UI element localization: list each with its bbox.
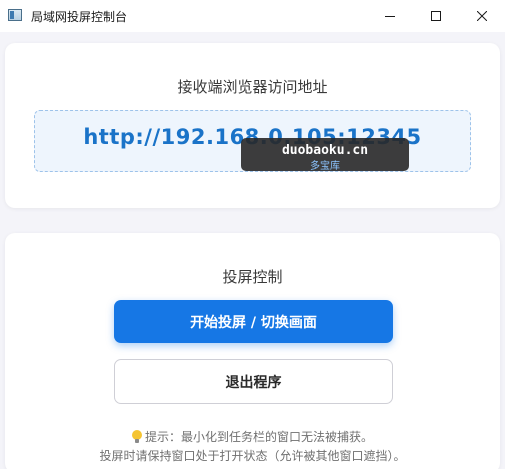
cast-control-card: 投屏控制 开始投屏 / 切换画面 退出程序 提示：最小化到任务栏的窗口无法被捕获… — [5, 233, 500, 469]
close-button[interactable] — [459, 0, 505, 32]
watermark-main-text: duobaoku.cn — [281, 143, 369, 158]
tip-text-1: 提示：最小化到任务栏的窗口无法被捕获。 — [144, 430, 373, 444]
window-title: 局域网投屏控制台 — [31, 10, 128, 24]
receiver-address-heading: 接收端浏览器访问地址 — [177, 78, 328, 96]
close-icon — [477, 11, 487, 21]
start-cast-button[interactable]: 开始投屏 / 切换画面 — [114, 300, 393, 343]
watermark-overlay: duobaoku.cn 多宝库 — [241, 138, 409, 172]
minimize-icon — [385, 16, 395, 17]
maximize-icon — [431, 11, 441, 21]
lightbulb-icon — [131, 430, 142, 443]
app-icon — [8, 9, 22, 21]
tip-line-1: 提示：最小化到任务栏的窗口无法被捕获。 — [5, 428, 500, 445]
app-window: 局域网投屏控制台 接收端浏览器访问地址 http://192.168.0.105… — [0, 0, 505, 469]
watermark-sub-text: 多宝库 — [310, 161, 340, 172]
receiver-address-card: 接收端浏览器访问地址 http://192.168.0.105:12345 — [5, 43, 500, 208]
title-bar[interactable]: 局域网投屏控制台 — [0, 0, 505, 32]
tip-line-2: 投屏时请保持窗口处于打开状态（允许被其他窗口遮挡）。 — [99, 449, 406, 463]
cast-control-heading: 投屏控制 — [222, 268, 283, 286]
maximize-button[interactable] — [413, 0, 459, 32]
exit-program-button[interactable]: 退出程序 — [114, 359, 393, 404]
minimize-button[interactable] — [367, 0, 413, 32]
